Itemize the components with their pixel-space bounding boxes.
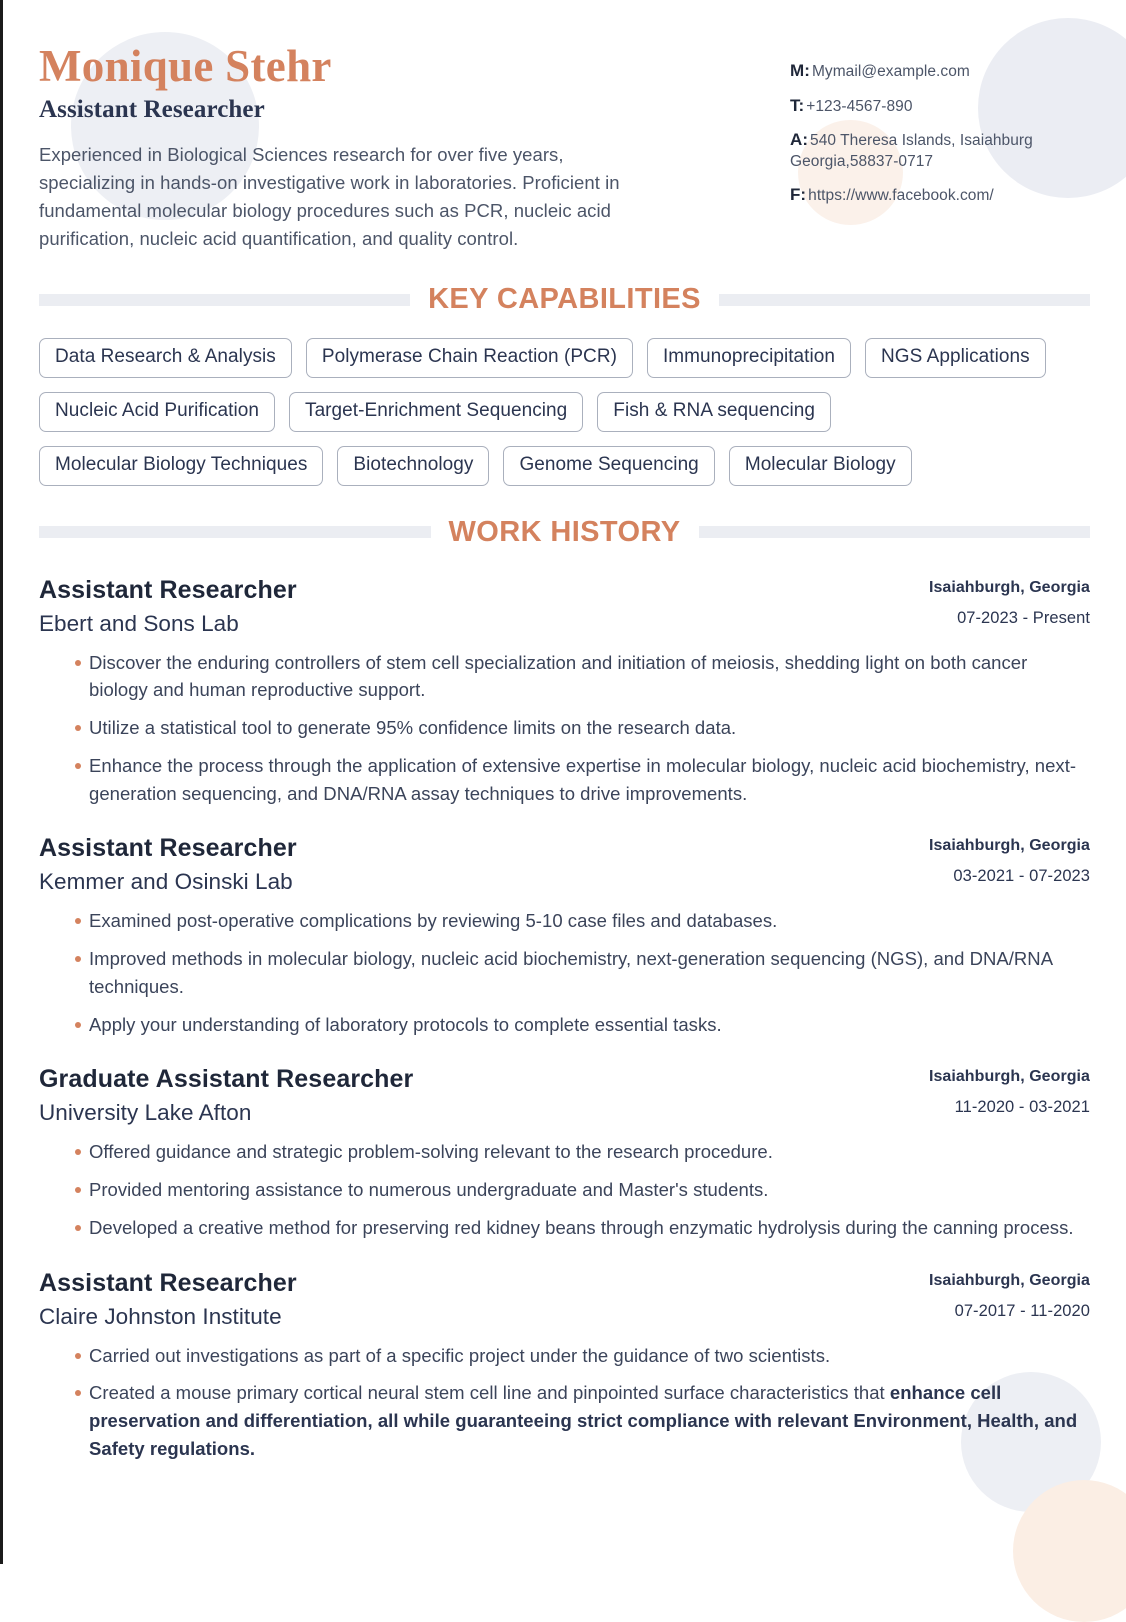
job-company: University Lake Afton xyxy=(39,1100,252,1126)
job-company: Claire Johnston Institute xyxy=(39,1303,282,1329)
contact-row-address: A: 540 Theresa Islands, Isaiahburg Georgi… xyxy=(790,129,1090,172)
job-header: Assistant Researcher Claire Johnston Ins… xyxy=(39,1268,1090,1330)
contact-info-block: M: Mymail@example.com T: +123-4567-890 A: 5… xyxy=(790,42,1090,219)
job-role: Assistant Researcher xyxy=(39,1268,297,1297)
section-title-key-capabilities: KEY CAPABILITIES xyxy=(428,283,701,316)
job-bullet: Examined post-operative complications by… xyxy=(75,907,1090,935)
skill-pill[interactable]: Molecular Biology Techniques xyxy=(39,445,324,486)
job-header: Assistant Researcher Ebert and Sons Lab … xyxy=(39,575,1090,637)
section-header-work-history: WORK HISTORY xyxy=(39,515,1091,549)
resume-header: Monique Stehr Assistant Researcher Exper… xyxy=(39,0,1090,253)
job-role: Assistant Researcher xyxy=(39,834,297,863)
contact-value-facebook[interactable]: https://www.facebook.com/ xyxy=(808,187,994,204)
section-divider-right xyxy=(698,526,1091,539)
job-bullet: Provided mentoring assistance to numerou… xyxy=(75,1176,1090,1204)
contact-key-address: A: xyxy=(790,130,809,150)
job-company: Kemmer and Osinski Lab xyxy=(39,869,293,895)
job-bullet: Improved methods in molecular biology, n… xyxy=(75,945,1090,1001)
section-divider-left xyxy=(39,526,431,539)
work-history-entry: Assistant Researcher Ebert and Sons Lab … xyxy=(39,575,1090,808)
candidate-title: Assistant Researcher xyxy=(39,95,265,123)
work-history-entry: Assistant Researcher Claire Johnston Ins… xyxy=(39,1268,1090,1463)
work-history-entry: Graduate Assistant Researcher University… xyxy=(39,1064,1090,1241)
job-location: Isaiahburgh, Georgia xyxy=(928,578,1090,596)
job-bullet-emphasis: enhance cell preservation and differenti… xyxy=(89,1382,1078,1459)
job-bullet-list: Examined post-operative complications by… xyxy=(39,907,1090,1038)
job-location: Isaiahburgh, Georgia xyxy=(928,837,1090,855)
job-bullet: Carried out investigations as part of a … xyxy=(75,1342,1090,1370)
contact-row-facebook: F: https://www.facebook.com/ xyxy=(790,184,1090,207)
job-bullet-rich: Created a mouse primary cortical neural … xyxy=(75,1379,1090,1462)
job-bullet-list: Discover the enduring controllers of ste… xyxy=(39,649,1090,808)
contact-value-address: 540 Theresa Islands, Isaiahburg Georgia,… xyxy=(790,132,1033,170)
job-bullet: Offered guidance and strategic problem-s… xyxy=(75,1138,1090,1166)
job-header-left: Assistant Researcher Ebert and Sons Lab xyxy=(39,575,929,637)
job-header-right: Isaiahburgh, Georgia 11-2020 - 03-2021 xyxy=(929,1064,1090,1117)
professional-summary: Experienced in Biological Sciences resea… xyxy=(39,143,620,249)
contact-row-email: M: Mymail@example.com xyxy=(790,60,1090,83)
job-company: Ebert and Sons Lab xyxy=(39,610,239,636)
decorative-circle-bottom-right-peach xyxy=(1013,1480,1126,1622)
section-divider-left xyxy=(39,293,411,306)
job-location: Isaiahburgh, Georgia xyxy=(928,1271,1090,1289)
job-header: Graduate Assistant Researcher University… xyxy=(39,1064,1090,1126)
job-dates: 07-2023 - Present xyxy=(957,608,1090,627)
job-header-left: Assistant Researcher Claire Johnston Ins… xyxy=(39,1268,929,1330)
job-dates: 07-2017 - 11-2020 xyxy=(954,1301,1090,1320)
job-header-left: Assistant Researcher Kemmer and Osinski … xyxy=(39,833,929,895)
skill-pill[interactable]: Molecular Biology xyxy=(728,445,912,486)
skill-pill[interactable]: NGS Applications xyxy=(865,338,1046,378)
skill-pill[interactable]: Biotechnology xyxy=(337,445,490,486)
section-title-work-history: WORK HISTORY xyxy=(448,515,681,548)
job-location: Isaiahburgh, Georgia xyxy=(928,1068,1090,1086)
job-bullet: Apply your understanding of laboratory p… xyxy=(75,1011,1090,1039)
header-identity-block: Monique Stehr Assistant Researcher Exper… xyxy=(39,42,639,253)
job-header-right: Isaiahburgh, Georgia 07-2023 - Present xyxy=(929,575,1090,628)
section-divider-right xyxy=(718,293,1090,306)
job-bullet: Enhance the process through the applicat… xyxy=(75,752,1090,808)
contact-key-email: M: xyxy=(790,61,810,80)
job-role: Assistant Researcher xyxy=(39,575,297,604)
job-role: Graduate Assistant Researcher xyxy=(39,1065,414,1094)
job-dates: 03-2021 - 07-2023 xyxy=(953,867,1090,886)
skill-pill[interactable]: Data Research & Analysis xyxy=(39,338,292,378)
resume-page: Monique Stehr Assistant Researcher Exper… xyxy=(3,0,1126,1463)
work-history-entry: Assistant Researcher Kemmer and Osinski … xyxy=(39,833,1090,1038)
contact-key-phone: T: xyxy=(790,95,805,115)
contact-value-email[interactable]: Mymail@example.com xyxy=(812,63,970,80)
skill-pill[interactable]: Polymerase Chain Reaction (PCR) xyxy=(305,338,633,378)
contact-key-facebook: F: xyxy=(790,185,807,205)
job-bullet: Developed a creative method for preservi… xyxy=(75,1214,1090,1242)
job-header-left: Graduate Assistant Researcher University… xyxy=(39,1064,929,1126)
skill-pill[interactable]: Nucleic Acid Purification xyxy=(39,391,276,432)
skill-pill[interactable]: Immunoprecipitation xyxy=(646,338,852,378)
job-bullet-list: Carried out investigations as part of a … xyxy=(39,1342,1090,1463)
job-bullet: Discover the enduring controllers of ste… xyxy=(75,649,1090,705)
skill-pill[interactable]: Genome Sequencing xyxy=(503,445,715,486)
skills-list: Data Research & Analysis Polymerase Chai… xyxy=(39,338,1090,486)
section-header-key-capabilities: KEY CAPABILITIES xyxy=(39,283,1090,316)
job-bullet-list: Offered guidance and strategic problem-s… xyxy=(39,1138,1090,1241)
job-header-right: Isaiahburgh, Georgia 03-2021 - 07-2023 xyxy=(929,833,1090,886)
candidate-name: Monique Stehr xyxy=(39,41,332,91)
job-header: Assistant Researcher Kemmer and Osinski … xyxy=(39,833,1090,895)
contact-value-phone[interactable]: +123-4567-890 xyxy=(806,98,912,115)
job-dates: 11-2020 - 03-2021 xyxy=(954,1098,1090,1117)
skill-pill[interactable]: Target-Enrichment Sequencing xyxy=(289,391,584,432)
skill-pill[interactable]: Fish & RNA sequencing xyxy=(597,391,832,432)
job-header-right: Isaiahburgh, Georgia 07-2017 - 11-2020 xyxy=(929,1268,1090,1321)
job-bullet: Utilize a statistical tool to generate 9… xyxy=(75,714,1090,742)
contact-row-phone: T: +123-4567-890 xyxy=(790,95,1090,118)
